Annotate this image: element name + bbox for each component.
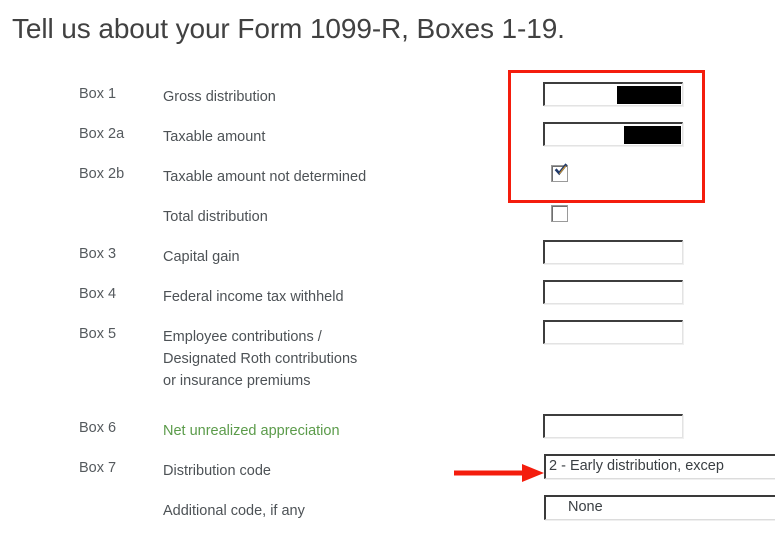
- checkmark-icon: [554, 163, 568, 176]
- dropdown-distribution-code[interactable]: 2 - Early distribution, excep: [544, 454, 775, 479]
- input-employee-contributions[interactable]: [543, 320, 683, 344]
- form-row-box-6: Box 6 Net unrealized appreciation: [0, 414, 775, 458]
- box-number-box-2a: Box 2a: [79, 126, 125, 142]
- field-label-taxable-amount-not-determined: Taxable amount not determined: [163, 169, 367, 185]
- field-label-line-2: Designated Roth contributions: [163, 351, 358, 367]
- box-number-box-2b: Box 2b: [79, 166, 125, 182]
- field-label-additional-code: Additional code, if any: [163, 503, 305, 519]
- field-label-total-distribution: Total distribution: [163, 209, 268, 225]
- input-net-unrealized-appreciation[interactable]: [543, 414, 683, 438]
- box-number-box-4: Box 4: [79, 286, 117, 302]
- field-label-net-unrealized-appreciation[interactable]: Net unrealized appreciation: [163, 420, 340, 442]
- field-label-taxable-amount: Taxable amount: [163, 129, 266, 145]
- field-label-line-1: Employee contributions /: [163, 329, 322, 345]
- field-label-federal-income-tax-withheld: Federal income tax withheld: [163, 289, 344, 305]
- input-capital-gain[interactable]: [543, 240, 683, 264]
- field-label-line-3: or insurance premiums: [163, 373, 311, 389]
- form-row-total-distribution: Total distribution: [0, 204, 775, 244]
- field-label-employee-contributions: Employee contributions / Designated Roth…: [163, 326, 357, 392]
- field-label-distribution-code: Distribution code: [163, 463, 271, 479]
- box-number-box-6: Box 6: [79, 420, 117, 436]
- input-federal-income-tax-withheld[interactable]: [543, 280, 683, 304]
- form-1099r-boxes-section: Box 1 Gross distribution Box 2a Taxable …: [0, 82, 775, 538]
- field-label-capital-gain: Capital gain: [163, 249, 240, 265]
- box-number-box-7: Box 7: [79, 460, 117, 476]
- box-number-box-1: Box 1: [79, 86, 117, 102]
- form-row-box-4: Box 4 Federal income tax withheld: [0, 280, 775, 324]
- input-gross-distribution[interactable]: [543, 82, 683, 106]
- input-taxable-amount[interactable]: [543, 122, 683, 146]
- redaction-bar: [624, 126, 681, 144]
- checkbox-total-distribution[interactable]: [551, 205, 568, 222]
- form-row-box-2a: Box 2a Taxable amount: [0, 122, 775, 164]
- form-row-box-5: Box 5 Employee contributions / Designate…: [0, 320, 775, 418]
- form-row-box-7: Box 7 Distribution code 2 - Early distri…: [0, 454, 775, 498]
- form-row-additional-code: Additional code, if any None: [0, 495, 775, 538]
- page-title: Tell us about your Form 1099-R, Boxes 1-…: [12, 13, 565, 44]
- box-number-box-3: Box 3: [79, 246, 117, 262]
- checkbox-taxable-amount-not-determined[interactable]: [551, 163, 568, 182]
- redaction-bar: [617, 86, 681, 104]
- form-row-box-1: Box 1 Gross distribution: [0, 82, 775, 124]
- box-number-box-5: Box 5: [79, 326, 117, 342]
- form-row-box-2b: Box 2b Taxable amount not determined: [0, 163, 775, 204]
- dropdown-additional-code[interactable]: None: [544, 495, 775, 520]
- field-label-gross-distribution: Gross distribution: [163, 89, 276, 105]
- form-row-box-3: Box 3 Capital gain: [0, 240, 775, 284]
